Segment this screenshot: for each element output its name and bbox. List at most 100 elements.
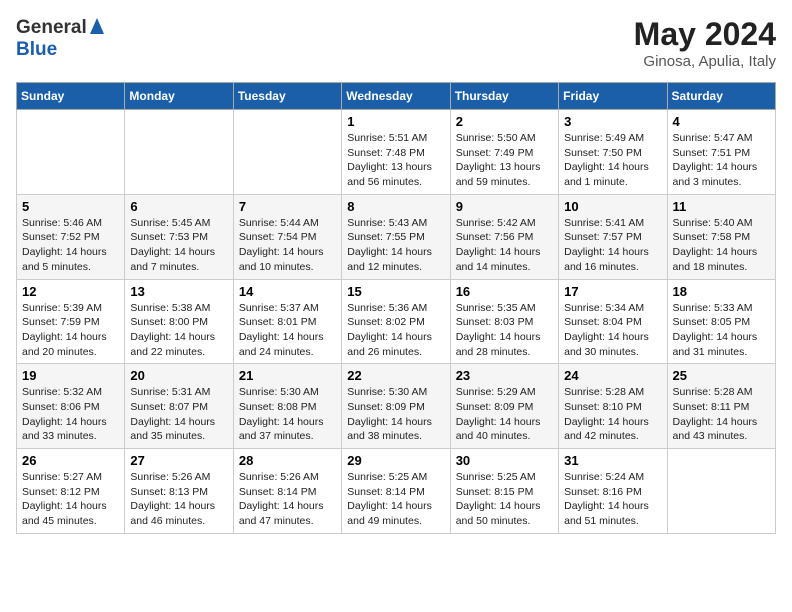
- day-info: Sunrise: 5:35 AMSunset: 8:03 PMDaylight:…: [456, 301, 553, 360]
- page-location: Ginosa, Apulia, Italy: [634, 53, 776, 70]
- day-number: 16: [456, 284, 553, 299]
- day-cell: 13 Sunrise: 5:38 AMSunset: 8:00 PMDayligh…: [125, 279, 233, 364]
- day-info: Sunrise: 5:28 AMSunset: 8:10 PMDaylight:…: [564, 385, 661, 444]
- day-info: Sunrise: 5:34 AMSunset: 8:04 PMDaylight:…: [564, 301, 661, 360]
- day-number: 13: [130, 284, 227, 299]
- day-cell: 15Sunrise: 5:36 AMSunset: 8:02 PMDayligh…: [342, 279, 450, 364]
- logo: General Blue: [16, 16, 104, 61]
- day-info: Sunrise: 5:28 AMSunset: 8:11 PMDaylight:…: [673, 385, 770, 444]
- day-number: 18: [673, 284, 770, 299]
- day-cell: 1 Sunrise: 5:51 AMSunset: 7:48 PMDaylight…: [342, 110, 450, 195]
- day-cell: 3 Sunrise: 5:49 AMSunset: 7:50 PMDaylight…: [559, 110, 667, 195]
- day-cell: 10 Sunrise: 5:41 AMSunset: 7:57 PMDayligh…: [559, 194, 667, 279]
- day-info: Sunrise: 5:30 AMSunset: 8:09 PMDaylight:…: [347, 385, 444, 444]
- day-info: Sunrise: 5:26 AMSunset: 8:13 PMDaylight:…: [130, 470, 227, 529]
- day-number: 29: [347, 453, 444, 468]
- title-block: May 2024 Ginosa, Apulia, Italy: [634, 16, 776, 70]
- day-info: Sunrise: 5:42 AMSunset: 7:56 PMDaylight:…: [456, 216, 553, 275]
- day-cell: 9 Sunrise: 5:42 AMSunset: 7:56 PMDaylight…: [450, 194, 558, 279]
- day-cell: [667, 449, 775, 534]
- day-info: Sunrise: 5:25 AMSunset: 8:14 PMDaylight:…: [347, 470, 444, 529]
- day-number: 1: [347, 114, 444, 129]
- day-info: Sunrise: 5:49 AMSunset: 7:50 PMDaylight:…: [564, 131, 661, 190]
- dow-header-tuesday: Tuesday: [233, 83, 341, 110]
- dow-header-sunday: Sunday: [17, 83, 125, 110]
- week-row-2: 5Sunrise: 5:46 AMSunset: 7:52 PMDaylight…: [17, 194, 776, 279]
- day-number: 2: [456, 114, 553, 129]
- day-number: 21: [239, 368, 336, 383]
- day-info: Sunrise: 5:31 AMSunset: 8:07 PMDaylight:…: [130, 385, 227, 444]
- day-number: 8: [347, 199, 444, 214]
- day-cell: 24 Sunrise: 5:28 AMSunset: 8:10 PMDayligh…: [559, 364, 667, 449]
- day-number: 27: [130, 453, 227, 468]
- day-cell: 27 Sunrise: 5:26 AMSunset: 8:13 PMDayligh…: [125, 449, 233, 534]
- day-info: Sunrise: 5:24 AMSunset: 8:16 PMDaylight:…: [564, 470, 661, 529]
- day-cell: [233, 110, 341, 195]
- day-number: 11: [673, 199, 770, 214]
- day-number: 25: [673, 368, 770, 383]
- day-info: Sunrise: 5:40 AMSunset: 7:58 PMDaylight:…: [673, 216, 770, 275]
- week-row-4: 19 Sunrise: 5:32 AMSunset: 8:06 PMDayligh…: [17, 364, 776, 449]
- day-info: Sunrise: 5:41 AMSunset: 7:57 PMDaylight:…: [564, 216, 661, 275]
- dow-header-wednesday: Wednesday: [342, 83, 450, 110]
- day-cell: [17, 110, 125, 195]
- logo-blue-text: Blue: [16, 39, 57, 60]
- page-header: General Blue May 2024 Ginosa, Apulia, It…: [16, 16, 776, 70]
- day-cell: 5Sunrise: 5:46 AMSunset: 7:52 PMDaylight…: [17, 194, 125, 279]
- day-info: Sunrise: 5:39 AMSunset: 7:59 PMDaylight:…: [22, 301, 119, 360]
- week-row-5: 26 Sunrise: 5:27 AMSunset: 8:12 PMDayligh…: [17, 449, 776, 534]
- day-cell: 4Sunrise: 5:47 AMSunset: 7:51 PMDaylight…: [667, 110, 775, 195]
- logo-general-text: General: [16, 17, 87, 39]
- day-info: Sunrise: 5:51 AMSunset: 7:48 PMDaylight:…: [347, 131, 444, 190]
- day-number: 26: [22, 453, 119, 468]
- day-info: Sunrise: 5:44 AMSunset: 7:54 PMDaylight:…: [239, 216, 336, 275]
- day-info: Sunrise: 5:38 AMSunset: 8:00 PMDaylight:…: [130, 301, 227, 360]
- day-cell: 2 Sunrise: 5:50 AMSunset: 7:49 PMDaylight…: [450, 110, 558, 195]
- day-cell: 11 Sunrise: 5:40 AMSunset: 7:58 PMDayligh…: [667, 194, 775, 279]
- day-number: 19: [22, 368, 119, 383]
- page-title: May 2024: [634, 16, 776, 53]
- day-cell: 31 Sunrise: 5:24 AMSunset: 8:16 PMDayligh…: [559, 449, 667, 534]
- day-info: Sunrise: 5:32 AMSunset: 8:06 PMDaylight:…: [22, 385, 119, 444]
- day-info: Sunrise: 5:25 AMSunset: 8:15 PMDaylight:…: [456, 470, 553, 529]
- day-number: 20: [130, 368, 227, 383]
- day-cell: 7 Sunrise: 5:44 AMSunset: 7:54 PMDaylight…: [233, 194, 341, 279]
- day-cell: 30Sunrise: 5:25 AMSunset: 8:15 PMDayligh…: [450, 449, 558, 534]
- day-info: Sunrise: 5:27 AMSunset: 8:12 PMDaylight:…: [22, 470, 119, 529]
- day-number: 28: [239, 453, 336, 468]
- day-cell: 29 Sunrise: 5:25 AMSunset: 8:14 PMDayligh…: [342, 449, 450, 534]
- day-cell: 6Sunrise: 5:45 AMSunset: 7:53 PMDaylight…: [125, 194, 233, 279]
- day-cell: 26 Sunrise: 5:27 AMSunset: 8:12 PMDayligh…: [17, 449, 125, 534]
- day-number: 31: [564, 453, 661, 468]
- day-number: 10: [564, 199, 661, 214]
- day-number: 12: [22, 284, 119, 299]
- day-cell: 22 Sunrise: 5:30 AMSunset: 8:09 PMDayligh…: [342, 364, 450, 449]
- logo-triangle-icon: [90, 18, 104, 39]
- day-cell: 18 Sunrise: 5:33 AMSunset: 8:05 PMDayligh…: [667, 279, 775, 364]
- day-cell: 12 Sunrise: 5:39 AMSunset: 7:59 PMDayligh…: [17, 279, 125, 364]
- day-number: 9: [456, 199, 553, 214]
- day-of-week-header: SundayMondayTuesdayWednesdayThursdayFrid…: [17, 83, 776, 110]
- day-cell: 17Sunrise: 5:34 AMSunset: 8:04 PMDayligh…: [559, 279, 667, 364]
- day-info: Sunrise: 5:33 AMSunset: 8:05 PMDaylight:…: [673, 301, 770, 360]
- day-cell: 8 Sunrise: 5:43 AMSunset: 7:55 PMDaylight…: [342, 194, 450, 279]
- day-info: Sunrise: 5:37 AMSunset: 8:01 PMDaylight:…: [239, 301, 336, 360]
- day-number: 3: [564, 114, 661, 129]
- day-cell: 20 Sunrise: 5:31 AMSunset: 8:07 PMDayligh…: [125, 364, 233, 449]
- dow-header-saturday: Saturday: [667, 83, 775, 110]
- day-info: Sunrise: 5:47 AMSunset: 7:51 PMDaylight:…: [673, 131, 770, 190]
- day-number: 23: [456, 368, 553, 383]
- day-number: 7: [239, 199, 336, 214]
- day-cell: 21 Sunrise: 5:30 AMSunset: 8:08 PMDayligh…: [233, 364, 341, 449]
- day-number: 6: [130, 199, 227, 214]
- day-number: 15: [347, 284, 444, 299]
- day-cell: 14Sunrise: 5:37 AMSunset: 8:01 PMDayligh…: [233, 279, 341, 364]
- day-cell: 16 Sunrise: 5:35 AMSunset: 8:03 PMDayligh…: [450, 279, 558, 364]
- day-number: 22: [347, 368, 444, 383]
- day-info: Sunrise: 5:43 AMSunset: 7:55 PMDaylight:…: [347, 216, 444, 275]
- week-row-3: 12 Sunrise: 5:39 AMSunset: 7:59 PMDayligh…: [17, 279, 776, 364]
- day-info: Sunrise: 5:50 AMSunset: 7:49 PMDaylight:…: [456, 131, 553, 190]
- day-number: 24: [564, 368, 661, 383]
- day-cell: 28Sunrise: 5:26 AMSunset: 8:14 PMDayligh…: [233, 449, 341, 534]
- day-info: Sunrise: 5:30 AMSunset: 8:08 PMDaylight:…: [239, 385, 336, 444]
